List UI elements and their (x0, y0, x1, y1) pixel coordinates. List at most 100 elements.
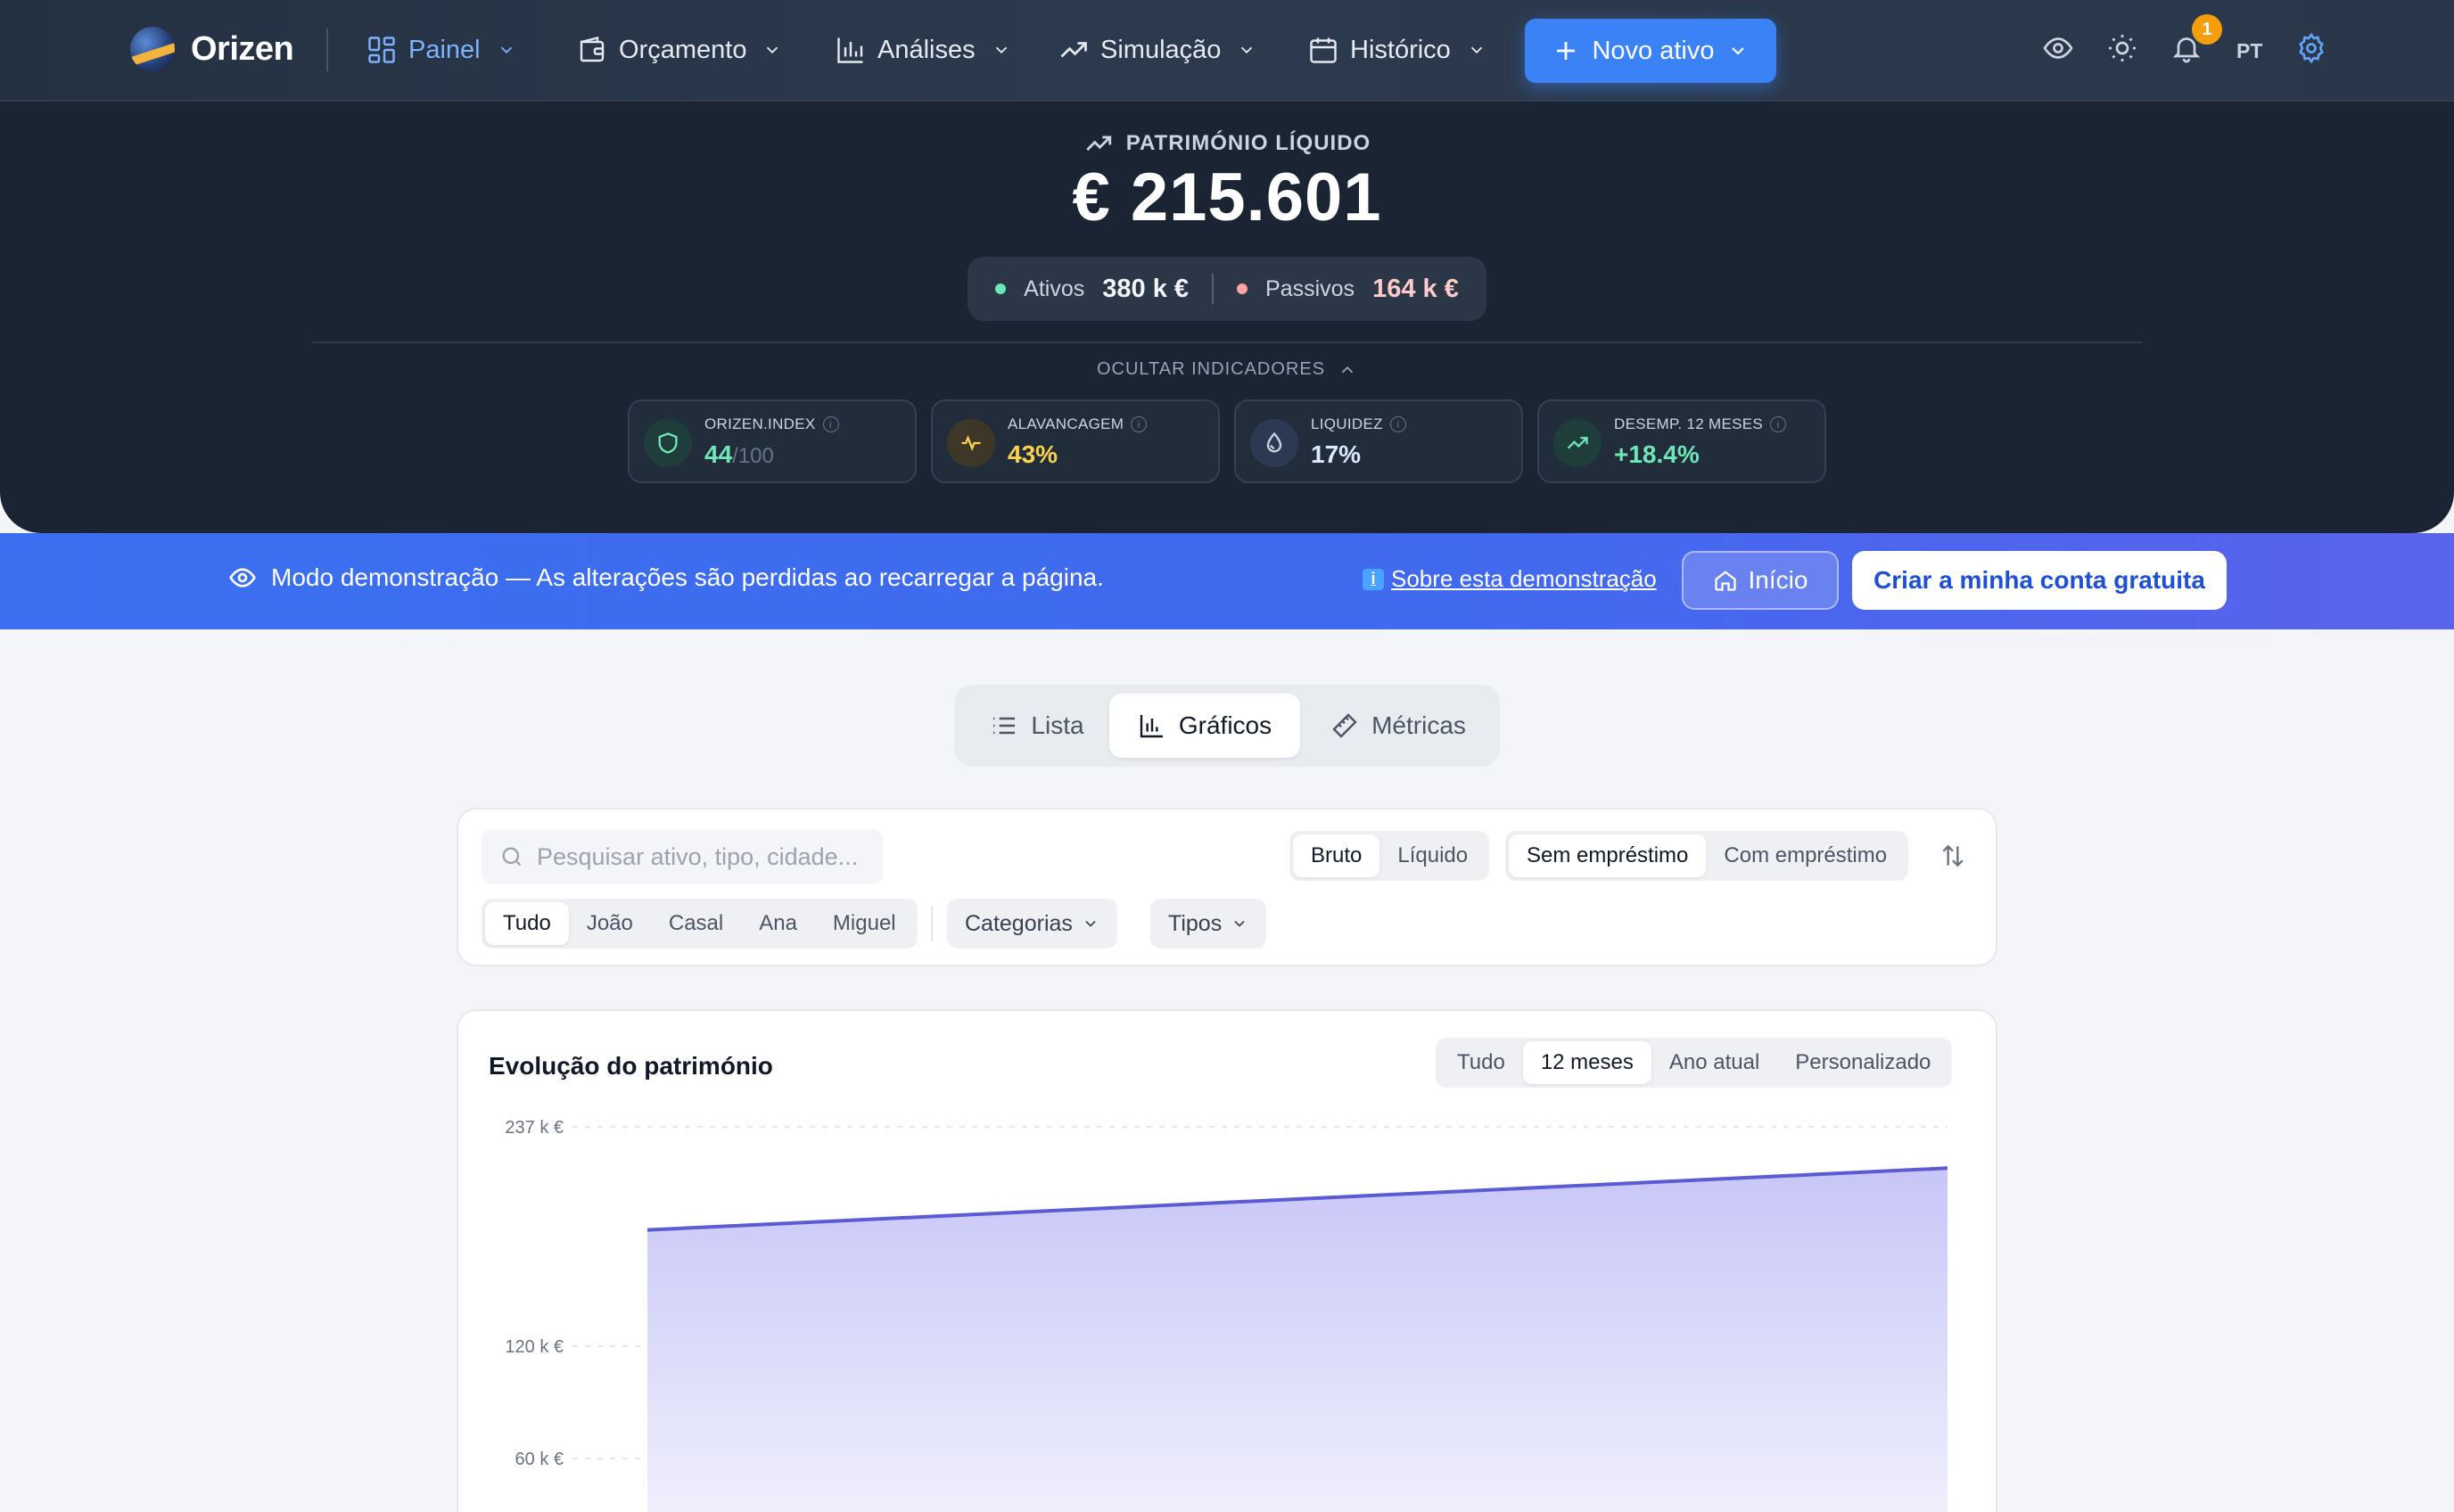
y-tick-label: 60 k € (515, 1450, 564, 1469)
assets-liabilities-pill: Ativos 380 k € Passivos 164 k € (968, 257, 1486, 321)
search-input[interactable]: Pesquisar ativo, tipo, cidade... (482, 829, 883, 884)
nav-label: Simulação (1100, 35, 1222, 64)
liabilities-dot (1237, 284, 1248, 294)
chevron-down-icon (1470, 46, 1482, 54)
nav-item-analises[interactable]: Análises (835, 29, 1011, 71)
indicator-card-orizen-index[interactable]: ORIZEN.INDEX i 44/100 (628, 399, 917, 483)
dashboard-icon (368, 37, 395, 63)
view-tabs: Lista Gráficos Métricas (954, 685, 1500, 767)
assets-label: Ativos (1024, 275, 1085, 301)
bar-chart-icon (1140, 715, 1163, 738)
person-casal[interactable]: Casal (651, 902, 741, 945)
nav-label: Histórico (1350, 35, 1451, 64)
people-filter: Tudo João Casal Ana Miguel (482, 899, 918, 949)
info-icon[interactable]: i (822, 416, 839, 432)
categories-dropdown[interactable]: Categorias (947, 899, 1117, 949)
tab-lista[interactable]: Lista (970, 694, 1104, 758)
assets-value: 380 k € (1102, 274, 1190, 303)
indicator-value: 17% (1311, 440, 1362, 468)
filter-card: Pesquisar ativo, tipo, cidade... Bruto L… (457, 808, 1997, 966)
indicator-card-liquidity[interactable]: LIQUIDEZ i 17% (1234, 399, 1523, 483)
eye-icon[interactable] (2042, 32, 2074, 64)
types-label: Tipos (1168, 910, 1223, 936)
nav-label: Orçamento (619, 35, 747, 64)
indicator-card-performance[interactable]: DESEMP. 12 MESES i +18.4% (1537, 399, 1826, 483)
indicator-value: +18.4% (1614, 440, 1700, 468)
logo-icon (130, 27, 175, 71)
nav-item-orcamento[interactable]: Orçamento (576, 29, 782, 71)
nav-item-historico[interactable]: Histórico (1307, 29, 1486, 71)
home-button[interactable]: Início (1682, 551, 1839, 610)
nav-item-simulacao[interactable]: Simulação (1058, 29, 1256, 71)
toggle-liquido[interactable]: Líquido (1379, 834, 1486, 877)
chevron-up-icon (1341, 366, 1354, 373)
search-placeholder: Pesquisar ativo, tipo, cidade... (537, 842, 859, 870)
pulse-icon (947, 419, 995, 467)
chevron-down-icon (1241, 46, 1253, 54)
about-demo-link[interactable]: i Sobre esta demonstração (1363, 565, 1657, 593)
chevron-down-icon (1085, 920, 1096, 927)
net-worth-value: € 215.601 (1072, 160, 1382, 235)
ruler-icon (1332, 713, 1357, 738)
hero-divider (312, 341, 2142, 343)
filter-divider (931, 906, 933, 941)
app-logo[interactable]: Orizen (130, 27, 294, 71)
indicator-card-leverage[interactable]: ALAVANCAGEM i 43% (931, 399, 1220, 483)
notification-badge: 1 (2192, 14, 2222, 45)
types-dropdown[interactable]: Tipos (1150, 899, 1267, 949)
calendar-icon (1310, 37, 1337, 63)
gear-icon[interactable] (2295, 32, 2327, 64)
person-tudo[interactable]: Tudo (485, 902, 569, 945)
nav-item-painel[interactable]: Painel (366, 29, 516, 71)
tab-label: Gráficos (1178, 711, 1272, 739)
nav-label: Painel (408, 35, 481, 64)
person-ana[interactable]: Ana (741, 902, 815, 945)
create-account-button[interactable]: Criar a minha conta gratuita (1852, 551, 2227, 610)
info-icon[interactable]: i (1389, 416, 1406, 432)
plus-icon (1557, 42, 1576, 60)
toggle-sem-emprestimo[interactable]: Sem empréstimo (1509, 834, 1707, 877)
tab-graficos[interactable]: Gráficos (1109, 694, 1300, 758)
tab-metricas[interactable]: Métricas (1311, 694, 1486, 758)
home-label: Início (1748, 566, 1808, 594)
info-icon[interactable]: i (1770, 416, 1786, 432)
net-worth-label: PATRIMÓNIO LÍQUIDO (1125, 131, 1371, 155)
about-demo-label: Sobre esta demonstração (1391, 565, 1657, 592)
y-tick-label: 120 k € (505, 1337, 564, 1357)
chevron-down-icon (500, 46, 512, 54)
indicator-label: ALAVANCAGEM (1008, 415, 1124, 432)
loan-toggle: Sem empréstimo Com empréstimo (1505, 831, 1909, 881)
chevron-down-icon (1234, 920, 1245, 927)
gross-net-toggle: Bruto Líquido (1289, 831, 1490, 881)
y-tick-label: 237 k € (505, 1118, 564, 1138)
hide-indicators-toggle[interactable]: OCULTAR INDICADORES (0, 359, 2454, 380)
language-switcher[interactable]: PT (2236, 39, 2262, 63)
info-icon[interactable]: i (1131, 416, 1148, 432)
chevron-down-icon (995, 46, 1007, 54)
indicator-label: ORIZEN.INDEX (704, 415, 816, 432)
indicator-label: LIQUIDEZ (1311, 415, 1383, 432)
indicator-label-row: ORIZEN.INDEX i (704, 415, 839, 433)
liabilities-label: Passivos (1265, 275, 1355, 301)
chevron-down-icon (767, 46, 778, 54)
sun-icon[interactable] (2106, 32, 2138, 64)
toggle-bruto[interactable]: Bruto (1293, 834, 1380, 877)
bar-chart-icon (837, 37, 863, 63)
net-worth-chart: 237 k € 120 k € 60 k € (505, 1118, 1948, 1512)
sort-icon[interactable] (1939, 842, 1967, 870)
hero-section: Orizen Painel Orçamento Análises Simulaç… (0, 0, 2454, 533)
indicator-value: 43% (1008, 440, 1058, 468)
trend-up-icon (1553, 419, 1602, 467)
nav-label: Análises (877, 35, 976, 64)
new-asset-button[interactable]: Novo ativo (1525, 19, 1776, 83)
categories-label: Categorias (965, 910, 1073, 936)
person-joao[interactable]: João (569, 902, 651, 945)
orizen-index-score: 44 (704, 440, 733, 468)
eye-icon (229, 568, 256, 588)
toggle-com-emprestimo[interactable]: Com empréstimo (1706, 834, 1905, 877)
wallet-icon (580, 36, 605, 62)
person-miguel[interactable]: Miguel (815, 902, 914, 945)
app-name: Orizen (191, 29, 294, 68)
net-worth-chart-card: Evolução do património Tudo 12 meses Ano… (457, 1009, 1997, 1512)
demo-notice: Modo demonstração — As alterações são pe… (228, 563, 1104, 592)
